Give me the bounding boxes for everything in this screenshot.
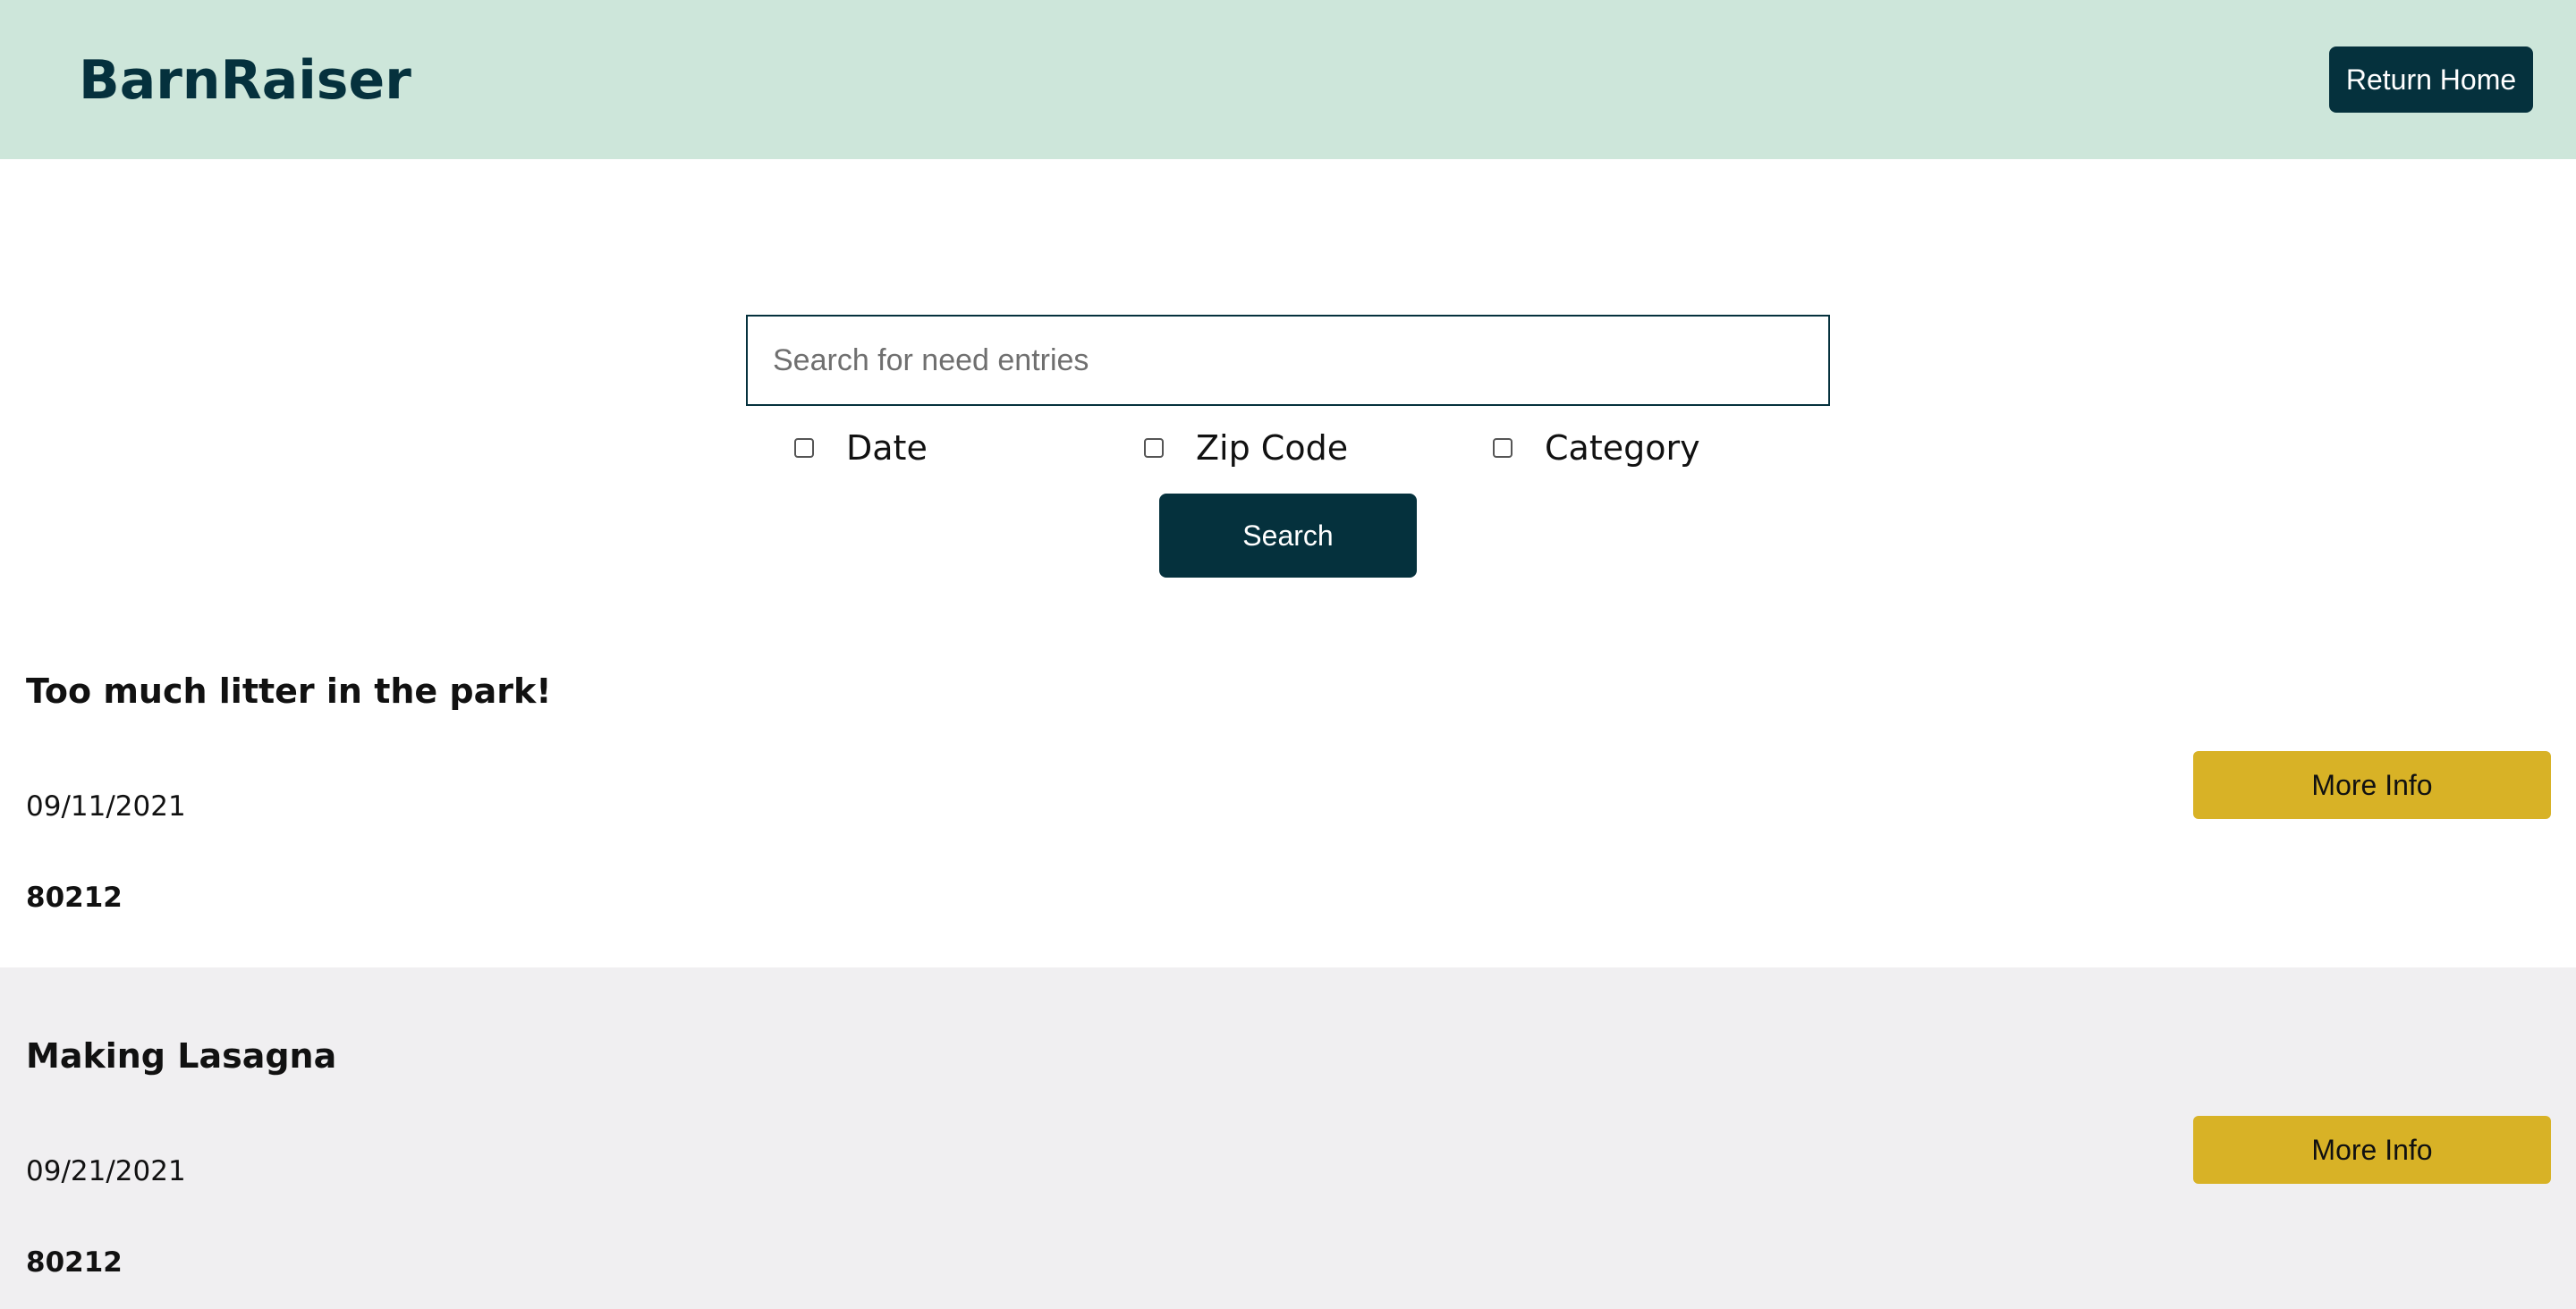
filter-zip-code-label: Zip Code xyxy=(1196,428,1349,468)
more-info-button[interactable]: More Info xyxy=(2193,1116,2551,1184)
filter-zip-code[interactable]: Zip Code xyxy=(1144,426,1348,470)
return-home-button[interactable]: Return Home xyxy=(2329,46,2533,113)
filter-date-label: Date xyxy=(846,428,928,468)
brand-logo[interactable]: BarnRaiser xyxy=(79,45,411,116)
filter-category[interactable]: Category xyxy=(1493,426,1700,470)
site-header: BarnRaiser Return Home xyxy=(0,0,2576,159)
zip-code-checkbox[interactable] xyxy=(1144,438,1164,458)
search-input[interactable] xyxy=(746,315,1830,406)
search-button[interactable]: Search xyxy=(1159,494,1417,578)
entry-title: Too much litter in the park! xyxy=(26,671,552,711)
entry-title: Making Lasagna xyxy=(26,1036,337,1076)
list-item: Making Lasagna 09/21/2021 80212 More Inf… xyxy=(0,967,2576,1309)
entry-zip-code: 80212 xyxy=(26,882,123,914)
more-info-button[interactable]: More Info xyxy=(2193,751,2551,819)
entry-date: 09/11/2021 xyxy=(26,790,186,823)
filter-category-label: Category xyxy=(1545,428,1700,468)
list-item: Too much litter in the park! 09/11/2021 … xyxy=(0,626,2576,967)
category-checkbox[interactable] xyxy=(1493,438,1513,458)
filter-date[interactable]: Date xyxy=(794,426,928,470)
entry-date: 09/21/2021 xyxy=(26,1155,186,1187)
entry-zip-code: 80212 xyxy=(26,1246,123,1279)
date-checkbox[interactable] xyxy=(794,438,814,458)
